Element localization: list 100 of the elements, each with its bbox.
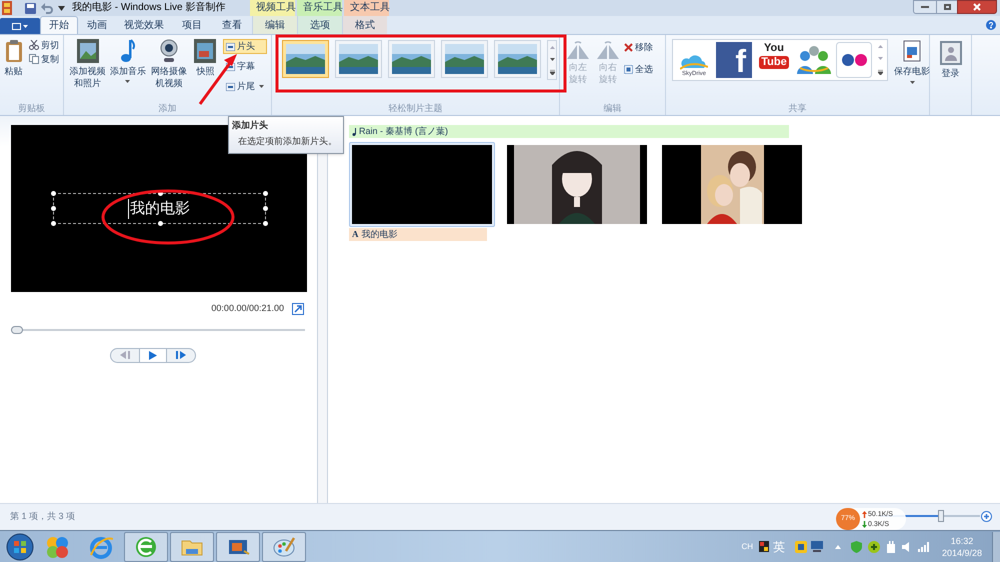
add-button[interactable]: 添加视频 和照片 bbox=[68, 39, 108, 89]
group-label: 编辑 bbox=[604, 102, 622, 115]
facebook-button[interactable]: f bbox=[716, 42, 752, 78]
upload-arrow-icon bbox=[862, 510, 867, 518]
time-display: 00:00.00/00:21.00 bbox=[211, 302, 284, 315]
undo-icon[interactable] bbox=[41, 3, 53, 14]
remove-button[interactable]: 移除 bbox=[624, 41, 653, 53]
restore-button[interactable] bbox=[937, 0, 957, 14]
landscape-icon bbox=[445, 44, 484, 74]
contextual-tab-header: 文本工具 bbox=[344, 0, 389, 16]
status-text: 第 1 项，共 3 项 bbox=[10, 510, 76, 524]
title-caption-track[interactable]: A 我的电影 bbox=[349, 228, 487, 241]
ribbon-tab[interactable]: 动画 bbox=[78, 16, 116, 34]
resize-handle[interactable] bbox=[262, 206, 268, 211]
resize-handle[interactable] bbox=[50, 191, 56, 196]
caption-text: 我的电影 bbox=[128, 198, 190, 218]
flickr-icon[interactable] bbox=[836, 42, 872, 78]
save-movie-button[interactable]: 保存电影 bbox=[894, 39, 930, 84]
small-add-button[interactable]: 片头 bbox=[223, 39, 268, 54]
theme-thumbnail[interactable] bbox=[388, 40, 435, 78]
landscape-icon bbox=[286, 44, 325, 74]
app-menu-button[interactable] bbox=[0, 18, 40, 34]
add-button[interactable]: 网络摄像 机视频 bbox=[148, 39, 190, 89]
select-all-button[interactable]: 全选 bbox=[624, 63, 653, 75]
seek-thumb[interactable] bbox=[11, 326, 23, 334]
zoom-in-icon[interactable] bbox=[981, 511, 992, 522]
dropdown-icon[interactable] bbox=[58, 6, 65, 11]
taskbar-app-button[interactable] bbox=[216, 532, 260, 562]
resize-handle[interactable] bbox=[262, 221, 268, 226]
clip-frame[interactable] bbox=[349, 142, 495, 227]
caret-icon bbox=[125, 80, 130, 83]
add-button[interactable]: 添加音乐 bbox=[109, 39, 146, 83]
play-button[interactable] bbox=[138, 348, 166, 362]
expand-icon[interactable] bbox=[878, 70, 882, 76]
ribbon-tab[interactable]: 选项 bbox=[297, 16, 342, 34]
select-all-icon bbox=[624, 64, 633, 74]
group-label: 添加 bbox=[158, 102, 176, 115]
cross-icon bbox=[624, 42, 633, 52]
scroll-down-icon[interactable] bbox=[550, 58, 554, 60]
zoom-thumb[interactable] bbox=[938, 510, 944, 522]
text-icon: A bbox=[352, 230, 358, 239]
rotate-icon bbox=[567, 39, 589, 59]
save-icon[interactable] bbox=[25, 3, 36, 14]
ime-icon[interactable] bbox=[759, 541, 769, 552]
resize-handle[interactable] bbox=[158, 191, 162, 196]
add-button[interactable]: 快照 bbox=[192, 39, 220, 77]
ribbon-tab[interactable]: 项目 bbox=[172, 16, 212, 34]
ribbon-tab[interactable]: 开始 bbox=[40, 16, 78, 34]
music-track[interactable]: Rain - 秦基博 (言ノ葉) bbox=[349, 125, 789, 138]
taskbar-app-button[interactable] bbox=[124, 532, 168, 562]
copy-icon bbox=[29, 54, 39, 64]
youtube-button[interactable]: You Tube bbox=[756, 42, 792, 78]
close-button[interactable] bbox=[957, 0, 997, 14]
film-frame-icon bbox=[194, 39, 216, 63]
monitor-icon[interactable] bbox=[811, 541, 823, 552]
user-icon bbox=[940, 41, 962, 65]
theme-thumbnail[interactable] bbox=[282, 40, 329, 78]
taskbar-app-button[interactable] bbox=[262, 532, 306, 562]
resize-handle[interactable] bbox=[262, 191, 268, 196]
people-icon[interactable] bbox=[796, 44, 832, 76]
ribbon-tab[interactable]: 视觉效果 bbox=[116, 16, 172, 34]
landscape-icon bbox=[339, 44, 378, 74]
clipboard-icon bbox=[4, 39, 22, 63]
browser-icon bbox=[89, 534, 113, 558]
film-photo-icon bbox=[76, 39, 99, 63]
expand-icon[interactable] bbox=[550, 70, 554, 74]
ribbon-tab[interactable]: 格式 bbox=[342, 16, 387, 34]
resize-handle[interactable] bbox=[50, 221, 56, 226]
help-icon[interactable] bbox=[986, 20, 996, 30]
rotate-icon bbox=[597, 39, 619, 59]
caption-box[interactable]: 我的电影 bbox=[52, 193, 266, 224]
plus-badge-icon[interactable] bbox=[868, 540, 880, 552]
resize-handle[interactable] bbox=[50, 206, 56, 211]
seek-track[interactable] bbox=[11, 326, 305, 334]
cloud-icon bbox=[680, 54, 708, 70]
music-note-icon bbox=[120, 39, 135, 63]
theme-thumbnail[interactable] bbox=[441, 40, 488, 78]
fullscreen-icon[interactable] bbox=[292, 302, 304, 315]
contextual-tab-header: 视频工具 bbox=[250, 0, 295, 16]
music-note-icon bbox=[352, 128, 357, 136]
paste-button[interactable]: 粘贴 bbox=[4, 39, 23, 77]
start-button[interactable] bbox=[6, 532, 34, 560]
caret-icon bbox=[259, 85, 264, 88]
group-label: 剪贴板 bbox=[18, 102, 45, 115]
theme-thumbnail[interactable] bbox=[494, 40, 541, 78]
theme-thumbnail[interactable] bbox=[335, 40, 382, 78]
copy-button[interactable]: 复制 bbox=[29, 53, 59, 65]
palette-icon bbox=[272, 534, 296, 558]
small-add-button[interactable]: 片尾 bbox=[223, 79, 268, 94]
minimize-button[interactable] bbox=[913, 0, 937, 14]
taskbar-app-button[interactable] bbox=[170, 532, 214, 562]
circles-icon bbox=[45, 534, 69, 558]
tray-app-icon[interactable] bbox=[795, 540, 807, 552]
previous-frame-icon bbox=[120, 351, 130, 359]
ribbon-tab[interactable]: 编辑 bbox=[252, 16, 297, 34]
film-document-icon bbox=[902, 39, 922, 63]
sign-in-button[interactable]: 登录 bbox=[940, 41, 962, 79]
cut-button[interactable]: 剪切 bbox=[29, 39, 59, 51]
resize-handle[interactable] bbox=[158, 221, 162, 226]
ribbon-tab[interactable]: 查看 bbox=[212, 16, 252, 34]
